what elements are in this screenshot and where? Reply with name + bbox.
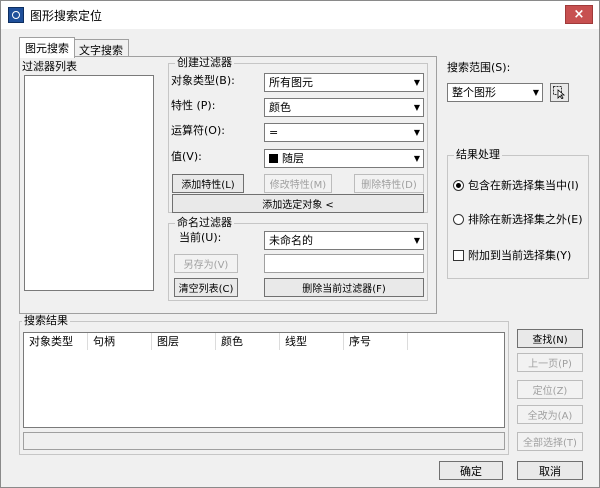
close-button[interactable]: × <box>565 5 593 24</box>
cancel-button[interactable]: 取消 <box>517 461 583 480</box>
chevron-down-icon: ▼ <box>413 154 420 163</box>
result-handling-title: 结果处理 <box>454 148 502 161</box>
chevron-down-icon: ▼ <box>532 88 539 97</box>
column-header-object-type[interactable]: 对象类型 <box>24 333 88 350</box>
color-swatch-icon <box>269 154 278 163</box>
locate-button[interactable]: 定位(Z) <box>517 380 583 399</box>
operator-dropdown[interactable]: = ▼ <box>264 123 424 142</box>
property-value: 颜色 <box>269 101 291 114</box>
result-handling-group: 结果处理 包含在新选择集当中(I) 排除在新选择集之外(E) 附加到当前选择集(… <box>447 149 589 279</box>
include-radio[interactable] <box>453 180 464 191</box>
entity-search-panel: 过滤器列表 创建过滤器 对象类型(B): 所有图元 ▼ 特性 (P): 颜色 ▼… <box>19 56 437 314</box>
filter-name-input[interactable] <box>264 254 424 273</box>
append-option-label: 附加到当前选择集(Y) <box>468 249 572 262</box>
modify-property-button[interactable]: 修改特性(M) <box>264 174 332 193</box>
change-all-button[interactable]: 全改为(A) <box>517 405 583 424</box>
value-dropdown[interactable]: 随层 ▼ <box>264 149 424 168</box>
named-filter-title: 命名过滤器 <box>175 216 234 229</box>
cursor-pick-icon <box>553 86 566 99</box>
object-type-dropdown[interactable]: 所有图元 ▼ <box>264 73 424 92</box>
column-header-handle[interactable]: 句柄 <box>88 333 152 350</box>
current-filter-dropdown[interactable]: 未命名的 ▼ <box>264 231 424 250</box>
object-type-value: 所有图元 <box>269 76 313 89</box>
delete-property-button[interactable]: 删除特性(D) <box>354 174 424 193</box>
filter-list-label: 过滤器列表 <box>22 60 77 73</box>
search-results-title: 搜索结果 <box>22 314 70 327</box>
search-results-table[interactable]: 对象类型 句柄 图层 颜色 线型 序号 <box>23 332 505 428</box>
find-button[interactable]: 查找(N) <box>517 329 583 348</box>
chevron-down-icon: ▼ <box>413 236 420 245</box>
current-filter-value: 未命名的 <box>269 234 313 247</box>
exclude-radio[interactable] <box>453 214 464 225</box>
append-checkbox[interactable] <box>453 250 464 261</box>
search-scope-dropdown[interactable]: 整个图形 ▼ <box>447 83 543 102</box>
app-icon <box>8 7 24 23</box>
status-field <box>23 432 505 450</box>
column-header-layer[interactable]: 图层 <box>152 333 216 350</box>
column-header-index[interactable]: 序号 <box>344 333 408 350</box>
title-bar: 图形搜索定位 × <box>1 1 599 29</box>
select-objects-button[interactable] <box>550 83 569 102</box>
operator-label: 运算符(O): <box>171 124 225 137</box>
property-dropdown[interactable]: 颜色 ▼ <box>264 98 424 117</box>
value-value: 随层 <box>282 152 304 165</box>
include-option-label: 包含在新选择集当中(I) <box>468 179 579 192</box>
add-property-button[interactable]: 添加特性(L) <box>172 174 244 193</box>
operator-value: = <box>269 126 279 139</box>
ok-button[interactable]: 确定 <box>439 461 503 480</box>
chevron-down-icon: ▼ <box>413 103 420 112</box>
value-label: 值(V): <box>171 150 202 163</box>
search-scope-value: 整个图形 <box>452 86 496 99</box>
chevron-down-icon: ▼ <box>413 78 420 87</box>
clear-list-button[interactable]: 清空列表(C) <box>174 278 238 297</box>
chevron-down-icon: ▼ <box>413 128 420 137</box>
column-header-linetype[interactable]: 线型 <box>280 333 344 350</box>
add-selected-object-button[interactable]: 添加选定对象 < <box>172 194 424 213</box>
object-type-label: 对象类型(B): <box>171 74 235 87</box>
create-filter-group: 创建过滤器 对象类型(B): 所有图元 ▼ 特性 (P): 颜色 ▼ 运算符(O… <box>168 57 428 213</box>
property-label: 特性 (P): <box>171 99 216 112</box>
prev-page-button[interactable]: 上一页(P) <box>517 353 583 372</box>
filter-list[interactable] <box>24 75 154 291</box>
tab-entity-search[interactable]: 图元搜索 <box>19 37 75 58</box>
delete-current-filter-button[interactable]: 删除当前过滤器(F) <box>264 278 424 297</box>
create-filter-title: 创建过滤器 <box>175 56 234 69</box>
save-as-button[interactable]: 另存为(V) <box>174 254 238 273</box>
search-results-group: 搜索结果 对象类型 句柄 图层 颜色 线型 序号 <box>19 315 509 455</box>
named-filter-group: 命名过滤器 当前(U): 未命名的 ▼ 另存为(V) 清空列表(C) 删除当前过… <box>168 217 428 301</box>
exclude-option-label: 排除在新选择集之外(E) <box>468 213 583 226</box>
select-all-button[interactable]: 全部选择(T) <box>517 432 583 451</box>
current-filter-label: 当前(U): <box>179 231 222 244</box>
window-title: 图形搜索定位 <box>30 8 103 23</box>
column-header-color[interactable]: 颜色 <box>216 333 280 350</box>
search-scope-label: 搜索范围(S): <box>447 61 511 74</box>
dialog-window: 图形搜索定位 × 图元搜索 文字搜索 过滤器列表 创建过滤器 对象类型(B): … <box>0 0 600 488</box>
